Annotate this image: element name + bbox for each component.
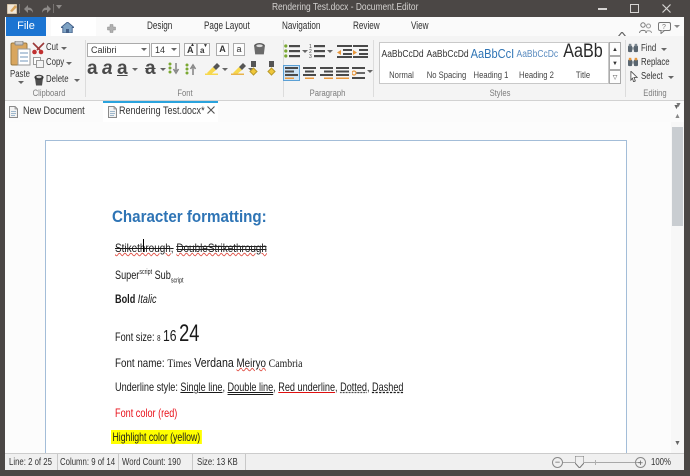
svg-text:?: ? [662, 24, 666, 31]
svg-text:3: 3 [309, 54, 312, 58]
